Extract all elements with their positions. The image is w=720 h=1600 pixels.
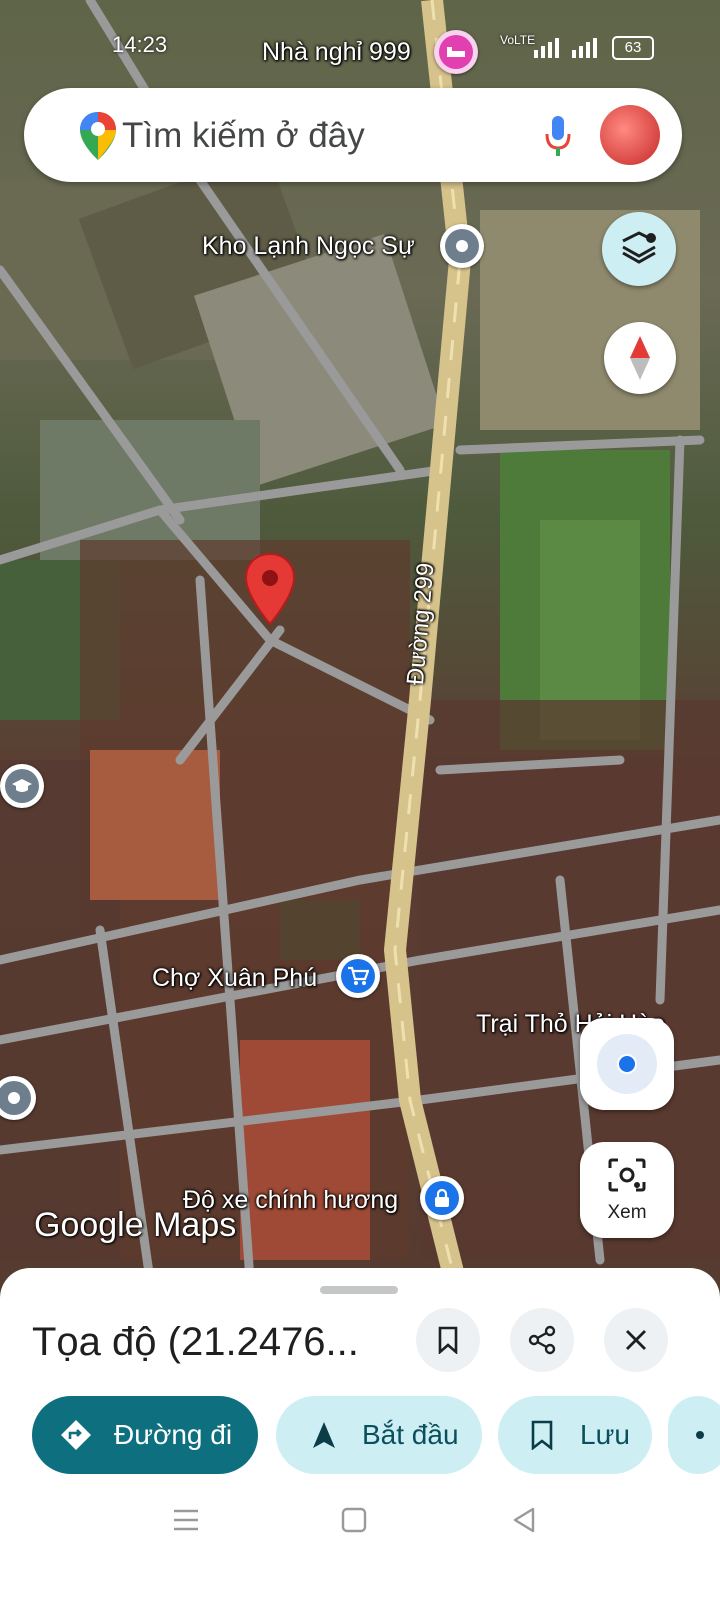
view-button-label: Xem <box>607 1202 647 1223</box>
map-view[interactable]: 14:23 VoLTE 63 Nhà nghỉ 999 Kho Lạnh Ngọ… <box>0 0 720 1300</box>
shopping-cart-icon[interactable] <box>336 954 380 998</box>
volte-badge: VoLTE <box>500 33 536 47</box>
label-kho-lanh[interactable]: Kho Lạnh Ngọc Sự <box>202 232 415 261</box>
my-location-button[interactable] <box>580 1018 674 1110</box>
compass-button[interactable] <box>604 322 676 394</box>
save-button[interactable]: Lưu <box>498 1396 652 1474</box>
label-nha-nghi[interactable]: Nhà nghỉ 999 <box>262 38 411 67</box>
search-input[interactable]: Tìm kiếm ở đây <box>122 116 365 156</box>
lock-poi-icon[interactable] <box>420 1176 464 1220</box>
more-actions-button[interactable] <box>668 1396 720 1474</box>
search-bar[interactable]: Tìm kiếm ở đây <box>24 88 682 182</box>
camera-lens-icon <box>608 1158 646 1192</box>
layers-icon <box>622 231 656 264</box>
navigation-arrow-icon <box>304 1415 344 1455</box>
directions-icon <box>56 1415 96 1455</box>
battery-level: 63 <box>624 39 642 56</box>
directions-label: Đường đi <box>114 1419 233 1450</box>
bookmark-button[interactable] <box>416 1308 480 1372</box>
directions-button[interactable]: Đường đi <box>32 1396 258 1474</box>
hotel-poi-icon[interactable] <box>434 30 478 74</box>
location-pin-icon[interactable] <box>244 552 296 626</box>
menu-icon[interactable] <box>166 1500 206 1540</box>
google-maps-watermark: Google Maps <box>34 1206 237 1244</box>
bookmark-icon <box>438 1326 458 1354</box>
back-icon[interactable] <box>504 1500 544 1540</box>
microphone-icon[interactable] <box>544 114 572 158</box>
save-label: Lưu <box>580 1419 630 1450</box>
view-button[interactable]: Xem <box>580 1142 674 1238</box>
start-label: Bắt đầu <box>362 1419 459 1450</box>
sheet-handle[interactable] <box>320 1286 398 1294</box>
place-title: Tọa độ (21.2476... <box>32 1320 359 1364</box>
place-poi-icon[interactable] <box>440 224 484 268</box>
compass-icon <box>630 336 650 380</box>
avatar[interactable] <box>600 105 660 165</box>
status-time: 14:23 <box>112 32 168 57</box>
place-sheet[interactable]: Tọa độ (21.2476... Đường đi Bắt đầu Lưu <box>0 1268 720 1600</box>
layers-button[interactable] <box>602 212 676 286</box>
close-button[interactable] <box>604 1308 668 1372</box>
label-cho[interactable]: Chợ Xuân Phú <box>152 964 317 993</box>
share-icon <box>528 1325 556 1355</box>
school-poi-icon[interactable] <box>0 764 44 808</box>
save-bookmark-icon <box>522 1415 562 1455</box>
home-icon[interactable] <box>334 1500 374 1540</box>
google-maps-logo-icon <box>80 112 116 160</box>
close-icon <box>626 1330 646 1350</box>
more-dots-icon <box>696 1431 704 1439</box>
share-button[interactable] <box>510 1308 574 1372</box>
signal-icon <box>534 36 604 63</box>
location-dot-icon <box>597 1034 657 1094</box>
start-button[interactable]: Bắt đầu <box>276 1396 482 1474</box>
battery-icon: 63 <box>612 36 654 60</box>
